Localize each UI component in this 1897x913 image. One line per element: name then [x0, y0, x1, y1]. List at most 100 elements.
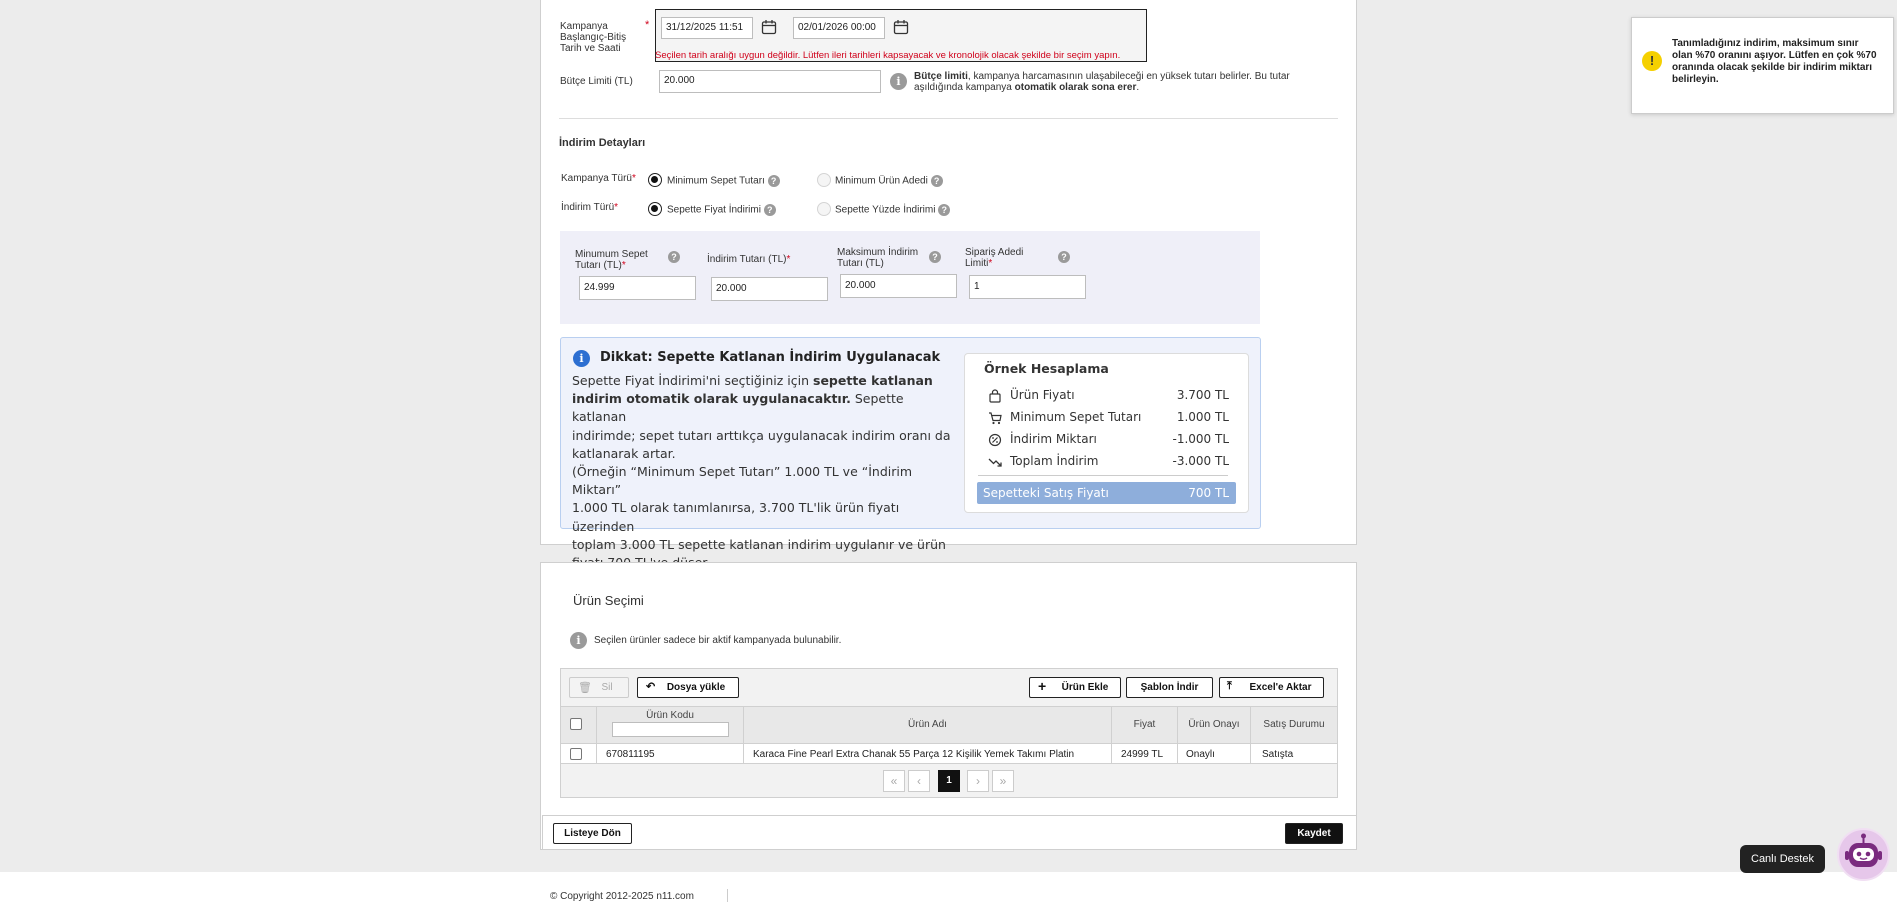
live-support-text: Canlı Destek: [1751, 853, 1814, 865]
info-icon: i: [890, 73, 907, 90]
notice-span: Sepette Fiyat İndirimi'ni seçtiğiniz içi…: [572, 373, 813, 388]
budget-info-bold: Bütçe limiti: [914, 71, 968, 82]
radio-cart-price-discount[interactable]: [648, 202, 662, 216]
radio-min-cart-amount[interactable]: [648, 173, 662, 187]
notice-bold: sepette katlanan: [813, 373, 933, 388]
max-discount-label: Maksimum İndirim Tutarı (TL): [837, 247, 918, 269]
calc-value: 3.700 TL: [1176, 388, 1229, 402]
min-cart-input[interactable]: 24.999: [579, 276, 696, 300]
min-cart-label: Minumum Sepet Tutarı (TL)*: [575, 249, 648, 271]
radio-label: Minimum Ürün Adedi ?: [835, 175, 943, 187]
divider: [559, 118, 1338, 119]
col-header-status: Satış Durumu: [1263, 719, 1325, 730]
calc-label: İndirim Miktarı: [1010, 432, 1097, 446]
col-divider: [1111, 744, 1112, 764]
budget-input[interactable]: 20.000: [659, 70, 881, 93]
calc-value: 1.000 TL: [1176, 410, 1229, 424]
button-label: Ürün Ekle: [1061, 682, 1109, 693]
discount-amount-input[interactable]: 20.000: [711, 277, 828, 301]
live-support-label[interactable]: Canlı Destek: [1740, 845, 1825, 873]
upload-icon: ⤒: [1227, 680, 1232, 692]
prev-page-button[interactable]: ‹: [908, 770, 930, 792]
help-icon[interactable]: ?: [938, 204, 951, 216]
first-page-button[interactable]: «: [883, 770, 905, 792]
label-text: Kampanya Türü: [561, 173, 632, 184]
col-divider: [1177, 744, 1178, 764]
delete-button[interactable]: 🗑 Sil: [569, 677, 629, 698]
calc-value: -3.000 TL: [1172, 454, 1229, 468]
notice-line: toplam 3.000 TL sepette katlanan indirim…: [572, 536, 946, 552]
save-button[interactable]: Kaydet: [1285, 823, 1343, 844]
end-date-input[interactable]: 02/01/2026 00:00: [793, 17, 885, 39]
help-icon[interactable]: ?: [929, 251, 941, 263]
notice-line: 1.000 TL olarak tanımlanırsa, 3.700 TL'l…: [572, 500, 900, 534]
required-mark: *: [645, 19, 650, 31]
add-product-button[interactable]: + Ürün Ekle: [1029, 677, 1121, 698]
warning-toast: ! Tanımladığınız indirim, maksimum sınır…: [1631, 17, 1894, 114]
date-range-error: Seçilen tarih aralığı uygun değildir. Lü…: [655, 50, 1121, 61]
col-divider: [743, 744, 744, 764]
copyright: © Copyright 2012-2025 n11.com: [550, 891, 694, 902]
help-icon[interactable]: ?: [1058, 251, 1070, 263]
export-excel-button[interactable]: ⤒ Excel'e Aktar: [1219, 677, 1324, 698]
calendar-icon[interactable]: [893, 19, 909, 35]
code-filter-input[interactable]: [612, 722, 729, 737]
total-value: 700 TL: [1188, 486, 1229, 500]
support-bot-avatar[interactable]: [1837, 828, 1890, 881]
label-line: Tutarı (TL): [837, 258, 884, 269]
product-info-text: Seçilen ürünler sadece bir aktif kampany…: [594, 635, 842, 646]
label-text: Minimum Ürün Adedi: [835, 175, 928, 187]
button-label: Sil: [601, 682, 613, 693]
label-line: Minumum Sepet: [575, 249, 648, 260]
required-mark: *: [988, 258, 993, 269]
col-divider: [1250, 744, 1251, 764]
row-checkbox[interactable]: [570, 748, 582, 760]
col-divider: [596, 744, 597, 764]
radio-min-product-count[interactable]: [817, 173, 831, 187]
discount-type-label: İndirim Türü*: [561, 202, 618, 213]
budget-info-bold: otomatik olarak sona erer: [1014, 82, 1137, 93]
select-all-checkbox[interactable]: [570, 718, 582, 730]
help-icon[interactable]: ?: [930, 175, 943, 187]
toast-message: Tanımladığınız indirim, maksimum sınır o…: [1672, 38, 1877, 85]
help-icon[interactable]: ?: [767, 175, 780, 187]
max-discount-input[interactable]: 20.000: [840, 274, 957, 298]
help-icon[interactable]: ?: [668, 251, 680, 263]
footer-divider: [727, 889, 728, 902]
label-line: Başlangıç-Bitiş: [560, 32, 627, 43]
order-limit-input[interactable]: 1: [969, 275, 1086, 299]
help-icon[interactable]: ?: [763, 204, 776, 216]
example-title: Örnek Hesaplama: [984, 361, 1109, 376]
col-header-price: Fiyat: [1133, 719, 1156, 730]
shopping-bag-icon: [989, 389, 1001, 403]
last-page-button[interactable]: »: [992, 770, 1014, 792]
next-page-button[interactable]: ›: [967, 770, 989, 792]
col-header-code: Ürün Kodu: [646, 710, 694, 721]
required-mark: *: [786, 254, 791, 265]
radio-label: Minimum Sepet Tutarı ?: [667, 175, 780, 187]
budget-info-span: aşıldığında kampanya: [914, 82, 1015, 93]
notice-line: indirimde; sepet tutarı arttıkça uygulan…: [572, 427, 951, 443]
calc-label: Ürün Fiyatı: [1010, 388, 1075, 402]
divider: [978, 475, 1228, 476]
cell-status: Satışta: [1262, 749, 1294, 760]
label-line: Limiti: [965, 258, 989, 269]
calendar-icon[interactable]: [761, 19, 777, 35]
button-label: Dosya yükle: [666, 682, 726, 693]
page-footer: [0, 872, 1897, 913]
page-1-button[interactable]: 1: [938, 770, 960, 792]
back-to-list-button[interactable]: Listeye Dön: [553, 823, 632, 844]
radio-cart-percent-discount[interactable]: [817, 202, 831, 216]
download-template-button[interactable]: Şablon İndir: [1126, 677, 1213, 698]
budget-info-text: Bütçe limiti, kampanya harcamasının ulaş…: [914, 71, 1304, 93]
required-mark: *: [631, 173, 636, 184]
budget-info-span: , kampanya harcamasının ulaşabileceği en…: [967, 71, 1290, 82]
robot-icon: [1845, 833, 1882, 867]
upload-file-button[interactable]: ↶ Dosya yükle: [637, 677, 739, 698]
start-date-input[interactable]: 31/12/2025 11:51: [661, 17, 753, 39]
notice-title: Dikkat: Sepette Katlanan İndirim Uygulan…: [600, 350, 941, 365]
label-text: Sepette Fiyat İndirimi: [667, 204, 761, 216]
label-line: Tutarı (TL): [575, 260, 622, 271]
notice-line: indirim otomatik olarak uygulanacaktır. …: [572, 390, 957, 426]
info-icon: i: [570, 632, 587, 649]
